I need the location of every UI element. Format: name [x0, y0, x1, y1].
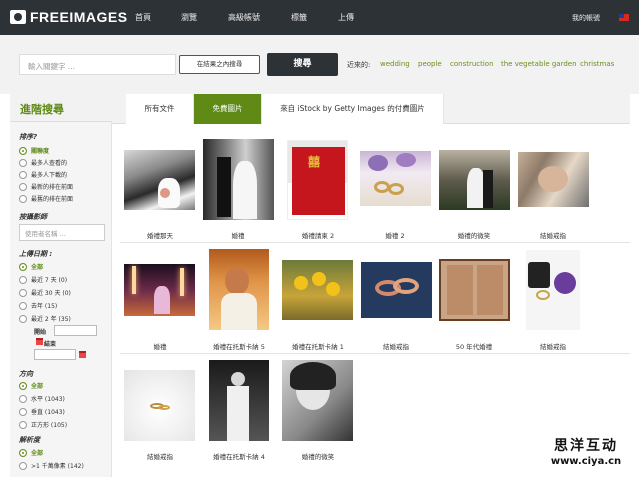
tab-free-images[interactable]: 免費圖片 [194, 94, 262, 124]
recent-tag[interactable]: construction [450, 60, 494, 68]
sort-option[interactable]: 最多人下載的 [19, 170, 67, 179]
image-caption[interactable]: 婚禮 2 [350, 230, 440, 240]
author-title: 按攝影師 [19, 213, 47, 221]
result-tabs: 所有文件 免費圖片 來自 iStock by Getty Images 的付費圖… [112, 94, 630, 124]
advanced-search-header: 進階搜尋 [10, 94, 112, 122]
image-caption[interactable]: 結婚戒指 [115, 451, 205, 461]
image-caption[interactable]: 婚禮的微笑 [273, 451, 363, 461]
row-divider [120, 242, 630, 243]
date-option[interactable]: 最近 30 天 (0) [19, 288, 71, 297]
image-thumbnail[interactable] [360, 151, 431, 206]
image-thumbnail[interactable] [361, 262, 432, 318]
tab-istock-paid[interactable]: 來自 iStock by Getty Images 的付費圖片 [262, 94, 444, 124]
search-button[interactable]: 搜尋 [267, 53, 338, 76]
image-caption[interactable]: 50 年代婚禮 [429, 341, 519, 351]
calendar-icon[interactable] [36, 338, 43, 345]
end-date-input[interactable] [34, 349, 76, 360]
taiwan-flag-icon[interactable] [619, 14, 629, 21]
nav-browse[interactable]: 瀏覽 [181, 12, 197, 23]
image-thumbnail[interactable] [518, 152, 589, 207]
calendar-icon[interactable] [79, 351, 86, 358]
date-option[interactable]: 最近 2 年 (35) [19, 314, 71, 323]
image-caption[interactable]: 婚禮的微笑 [429, 230, 519, 240]
recent-tag[interactable]: christmas [580, 60, 614, 68]
watermark: 思洋互动 www.ciya.cn [536, 437, 636, 473]
row-divider [120, 353, 630, 354]
image-caption[interactable]: 結婚戒指 [508, 341, 598, 351]
image-thumbnail[interactable] [282, 260, 353, 320]
image-thumbnail[interactable] [124, 264, 195, 316]
start-date-input[interactable] [54, 325, 97, 336]
image-thumbnail[interactable] [124, 150, 195, 210]
resolution-option[interactable]: >1 千萬像素 (142) [19, 461, 84, 470]
camera-logo-icon [10, 10, 26, 24]
my-account-link[interactable]: 我的帳號 [572, 13, 600, 23]
date-option[interactable]: 全部 [19, 262, 43, 271]
advanced-search-sidebar: 排序? 關聯度 最多人查看的 最多人下載的 最新的排在前面 最舊的排在前面 按攝… [10, 122, 112, 477]
image-caption[interactable]: 婚禮在托斯卡納 4 [194, 451, 284, 461]
image-caption[interactable]: 婚禮那天 [115, 230, 205, 240]
orientation-option[interactable]: 正方形 (105) [19, 420, 67, 429]
orientation-option[interactable]: 垂直 (1043) [19, 407, 65, 416]
watermark-line1: 思洋互动 [554, 438, 618, 454]
image-thumbnail[interactable] [209, 360, 269, 441]
start-date-label: 開始 [34, 329, 47, 336]
recent-tag[interactable]: the vegetable garden [501, 60, 577, 68]
tab-all-files[interactable]: 所有文件 [126, 94, 194, 124]
image-caption[interactable]: 婚禮在托斯卡納 1 [273, 341, 363, 351]
sort-option[interactable]: 最舊的排在前面 [19, 194, 73, 203]
image-thumbnail[interactable] [526, 250, 580, 330]
nav-home[interactable]: 首頁 [135, 12, 151, 23]
orientation-option[interactable]: 水平 (1043) [19, 394, 65, 403]
recent-label: 近來的: [347, 61, 371, 69]
image-thumbnail[interactable] [282, 360, 353, 441]
date-title: 上傳日期 : [19, 250, 53, 258]
watermark-line2: www.ciya.cn [550, 456, 622, 467]
sort-option[interactable]: 最新的排在前面 [19, 182, 73, 191]
search-within-button[interactable]: 在結果之內搜尋 [179, 55, 260, 74]
top-navbar: FREEIMAGES 首頁 瀏覽 高級帳號 標籤 上傳 我的帳號 [0, 0, 639, 35]
sort-title: 排序? [19, 133, 38, 141]
resolution-title: 解析度 [19, 436, 40, 444]
date-option[interactable]: 去年 (15) [19, 301, 57, 310]
nav-upload[interactable]: 上傳 [338, 12, 354, 23]
recent-tag[interactable]: wedding [380, 60, 410, 68]
image-caption[interactable]: 婚禮在托斯卡納 5 [194, 341, 284, 351]
resolution-option[interactable]: 全部 [19, 448, 43, 457]
image-caption[interactable]: 結婚戒指 [508, 230, 598, 240]
orientation-option[interactable]: 全部 [19, 381, 43, 390]
nav-tags[interactable]: 標籤 [291, 12, 307, 23]
orientation-title: 方向 [19, 370, 33, 378]
image-thumbnail[interactable] [439, 150, 510, 210]
author-input[interactable]: 使用者名稱 ... [19, 224, 105, 241]
recent-tag[interactable]: people [418, 60, 442, 68]
advanced-search-title: 進階搜尋 [20, 103, 64, 116]
sort-option[interactable]: 最多人查看的 [19, 158, 67, 167]
search-input[interactable]: 輸入關鍵字 ... [19, 54, 176, 75]
image-caption[interactable]: 結婚戒指 [351, 341, 441, 351]
date-option[interactable]: 最近 7 天 (0) [19, 275, 67, 284]
logo-text: FREEIMAGES [30, 9, 128, 25]
sort-option[interactable]: 關聯度 [19, 146, 49, 155]
image-thumbnail[interactable] [124, 370, 195, 441]
image-caption[interactable]: 婚禮 [115, 341, 205, 351]
nav-premium[interactable]: 高級帳號 [228, 12, 260, 23]
logo[interactable]: FREEIMAGES [10, 9, 128, 25]
image-thumbnail[interactable] [203, 139, 274, 220]
image-thumbnail[interactable] [209, 249, 269, 330]
image-thumbnail[interactable]: 囍 [287, 140, 348, 220]
end-date-label: 結束 [44, 341, 57, 348]
image-caption[interactable]: 婚禮 [193, 230, 283, 240]
image-thumbnail[interactable] [439, 259, 510, 321]
